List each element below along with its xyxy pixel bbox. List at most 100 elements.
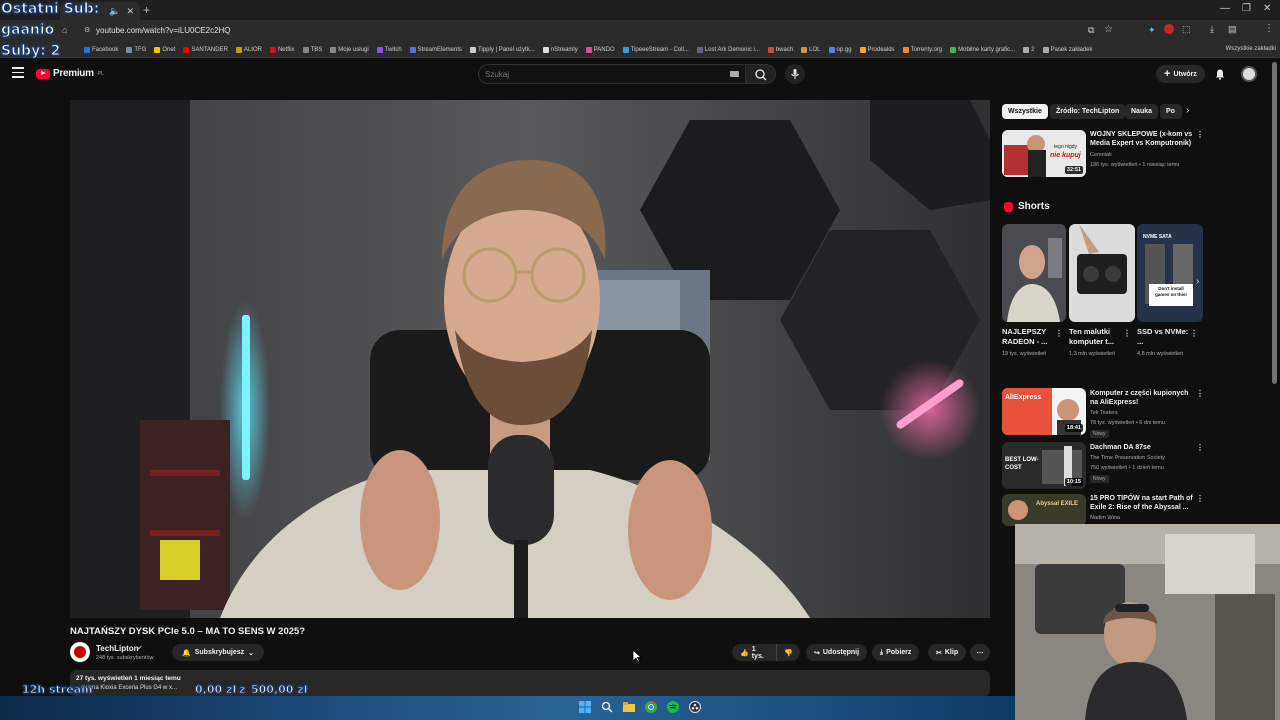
bookmark-item[interactable]: SANTANDER <box>183 46 228 53</box>
related-video-title[interactable]: 15 PRO TIPÓW na start Path of Exile 2: R… <box>1090 494 1194 512</box>
extension-icon[interactable]: ✦ <box>1148 25 1156 36</box>
file-explorer-icon[interactable] <box>623 701 635 713</box>
bookmark-item[interactable]: 2 <box>1023 46 1035 53</box>
spotify-icon[interactable] <box>667 701 679 713</box>
bookmark-item[interactable]: bwach <box>767 46 793 53</box>
close-window-icon[interactable]: ✕ <box>1263 3 1271 14</box>
related-video-thumbnail[interactable]: tego nigdy nie kupuj 32:51 <box>1002 130 1086 177</box>
bookmark-item[interactable]: op.gg <box>828 46 852 53</box>
related-video-channel[interactable]: Nadim Wina <box>1090 515 1120 521</box>
share-button[interactable]: ↪ Udostępnij <box>806 644 868 661</box>
short-title[interactable]: Ten malutki komputer t... <box>1069 327 1127 347</box>
related-video-thumbnail[interactable]: Abyssal EXILE <box>1002 494 1086 526</box>
maximize-icon[interactable]: ❐ <box>1242 3 1251 14</box>
notifications-bell-icon[interactable] <box>1214 68 1226 80</box>
chip-science[interactable]: Nauka <box>1125 104 1159 119</box>
new-tab-button[interactable]: + <box>143 3 150 17</box>
subscribed-button[interactable]: 🔔 Subskrybujesz ⌄ <box>172 644 265 661</box>
install-app-icon[interactable]: ⧉ <box>1088 25 1094 36</box>
short-thumbnail[interactable] <box>1002 224 1066 322</box>
related-video-menu-icon[interactable]: ⋮ <box>1196 443 1204 452</box>
chrome-icon[interactable] <box>645 701 657 713</box>
bookmark-item[interactable]: TipeeeStream - Coll... <box>622 46 689 53</box>
download-button[interactable]: ⤓ Pobierz <box>872 644 920 661</box>
bookmark-label: PANDO <box>593 46 615 53</box>
youtube-premium-logo[interactable]: Premium PL <box>36 68 104 79</box>
bookmark-item[interactable]: Onet <box>154 46 175 53</box>
home-icon[interactable]: ⌂ <box>62 25 67 35</box>
bookmark-item[interactable]: ALIOR <box>235 46 262 53</box>
extensions-puzzle-icon[interactable]: ⬚ <box>1182 24 1191 35</box>
dislike-button[interactable]: 👎 <box>776 644 800 661</box>
related-video-title[interactable]: Dachman DA 87se <box>1090 443 1194 452</box>
short-menu-icon[interactable]: ⋮ <box>1055 329 1063 338</box>
bookmark-item[interactable]: Torrenty.org <box>902 46 942 53</box>
short-title[interactable]: SSD vs NVMe: ... <box>1137 327 1195 347</box>
chip-more[interactable]: Po <box>1160 104 1182 119</box>
download-icon[interactable]: ⤓ <box>1210 24 1214 35</box>
short-menu-icon[interactable]: ⋮ <box>1123 329 1131 338</box>
obs-icon[interactable] <box>689 701 701 713</box>
keyboard-icon[interactable] <box>730 71 739 77</box>
more-actions-button[interactable]: ⋯ <box>970 644 990 661</box>
like-button[interactable]: 👍 1 tys. <box>732 644 776 661</box>
chips-next-icon[interactable]: › <box>1186 105 1189 116</box>
sidebar-icon[interactable]: ▤ <box>1228 24 1237 35</box>
page-scrollbar[interactable] <box>1272 62 1277 384</box>
site-info-icon[interactable]: ⚙ <box>84 26 90 34</box>
account-avatar[interactable] <box>1241 66 1257 82</box>
tab-mute-icon[interactable]: 🔈 <box>109 6 120 17</box>
bookmark-item[interactable]: PANDO <box>585 46 615 53</box>
bookmark-item[interactable]: Lost Ark Demonic i... <box>696 46 760 53</box>
search-input[interactable] <box>485 68 725 81</box>
related-video-thumbnail[interactable]: BEST LOW-COST 10:15 <box>1002 442 1086 489</box>
bookmark-item[interactable]: Facebook <box>84 46 118 53</box>
chip-source-channel[interactable]: Źródło: TechLipton <box>1050 104 1126 119</box>
menu-kebab-icon[interactable]: ⋮ <box>1264 23 1274 34</box>
bookmark-item[interactable]: TBS <box>302 46 322 53</box>
related-video-title[interactable]: Komputer z części kupionych na AliExpres… <box>1090 389 1194 407</box>
bookmark-item[interactable]: Tipply | Panel użytk... <box>470 46 535 53</box>
channel-avatar[interactable] <box>70 642 90 662</box>
short-title[interactable]: NAJLEPSZY RADEON - ... <box>1002 327 1060 347</box>
bookmark-item[interactable]: Twitch <box>376 46 402 53</box>
bookmark-item[interactable]: StreamElements <box>409 46 462 53</box>
url-field[interactable]: youtube.com/watch?v=iLU0CE2c2HQ <box>96 26 231 35</box>
chip-all[interactable]: Wszystkie <box>1002 104 1048 119</box>
minimize-icon[interactable]: — <box>1220 3 1230 14</box>
windows-start-icon[interactable] <box>579 701 591 713</box>
voice-search-button[interactable] <box>785 64 805 84</box>
short-thumbnail[interactable] <box>1069 224 1135 322</box>
channel-name[interactable]: TechLipton <box>96 644 139 653</box>
short-menu-icon[interactable]: ⋮ <box>1190 329 1198 338</box>
bookmark-item[interactable]: Mobilne karty grafic... <box>950 46 1015 53</box>
related-video-menu-icon[interactable]: ⋮ <box>1196 130 1204 139</box>
bookmark-item[interactable]: LOL <box>801 46 821 53</box>
create-button[interactable]: + Utwórz <box>1156 65 1205 83</box>
bookmark-item[interactable]: TFG <box>126 46 146 53</box>
clip-button[interactable]: ✂ Klip <box>928 644 967 661</box>
related-video-channel[interactable]: Cemniak <box>1090 152 1112 158</box>
related-video-channel[interactable]: Tek Testers <box>1090 410 1118 416</box>
all-bookmarks-button[interactable]: Wszystkie zakładki <box>1226 46 1276 52</box>
bookmark-item[interactable]: Moje usługi <box>330 46 369 53</box>
related-video-meta: 78 tys. wyświetleń • 6 dni temu <box>1090 420 1165 426</box>
related-video-menu-icon[interactable]: ⋮ <box>1196 494 1204 503</box>
search-button[interactable] <box>746 64 776 84</box>
related-video-channel[interactable]: The Time Preservation Society <box>1090 455 1165 461</box>
related-video-thumbnail[interactable]: AliExpress 18:41 <box>1002 388 1086 435</box>
video-player[interactable] <box>70 100 990 618</box>
bookmark-item[interactable]: nStreamly <box>542 46 578 53</box>
bookmark-item[interactable]: Prodealds <box>859 46 895 53</box>
guide-menu-icon[interactable] <box>12 67 24 78</box>
bookmark-item[interactable]: Pasek zakładek <box>1042 46 1093 53</box>
related-video-title[interactable]: WOJNY SKLEPOWE (x-kom vs Media Expert vs… <box>1090 130 1194 148</box>
bookmark-star-icon[interactable]: ☆ <box>1104 24 1113 35</box>
ublock-icon[interactable] <box>1164 24 1174 34</box>
tab-close-icon[interactable]: ✕ <box>126 6 134 17</box>
search-taskbar-icon[interactable] <box>601 701 613 713</box>
related-video-menu-icon[interactable]: ⋮ <box>1196 389 1204 398</box>
shorts-next-icon[interactable]: › <box>1196 276 1199 287</box>
short-thumbnail[interactable]: NVME SATA Don't install games on this! <box>1137 224 1203 322</box>
bookmark-item[interactable]: Netflix <box>269 46 295 53</box>
